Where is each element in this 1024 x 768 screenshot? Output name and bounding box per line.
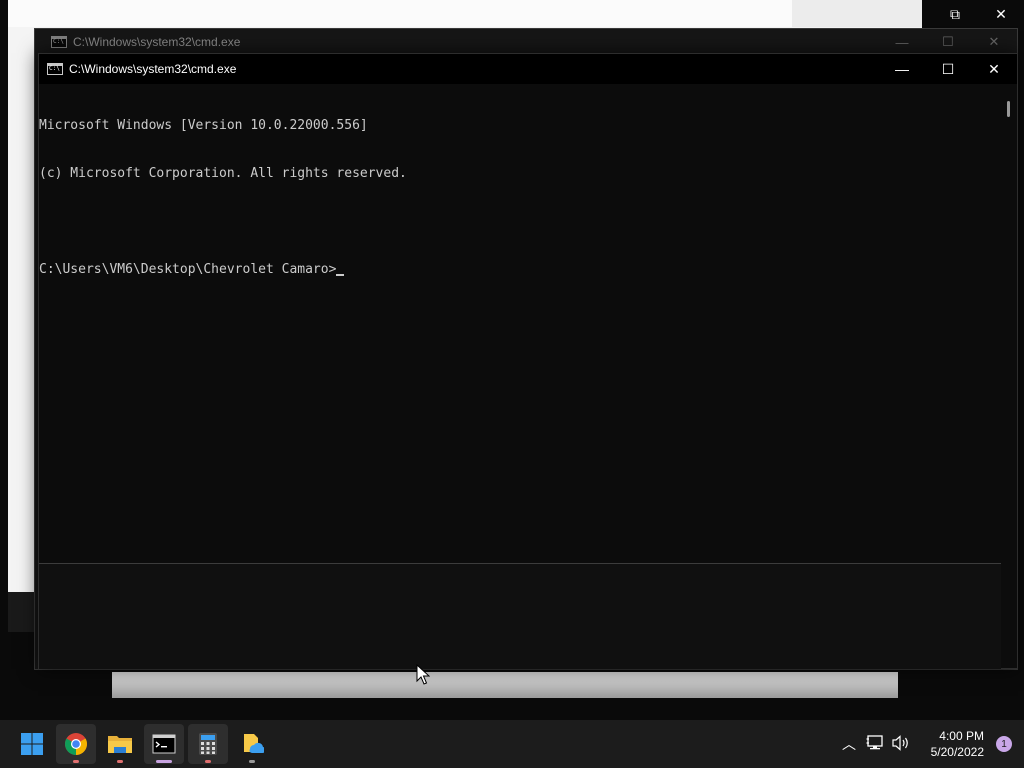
windows-logo-icon xyxy=(21,733,43,755)
terminal-icon xyxy=(152,734,176,754)
chrome-icon xyxy=(65,733,87,755)
volume-icon[interactable] xyxy=(888,734,914,754)
running-indicator xyxy=(117,760,123,763)
background-window-titlebar xyxy=(8,0,922,27)
system-tray: ︿ 4:00 PM 5/20/2022 1 xyxy=(836,720,1024,768)
cmd-window-controls: — ☐ ✕ xyxy=(879,54,1017,84)
start-button[interactable] xyxy=(12,724,52,764)
running-indicator xyxy=(156,760,172,763)
restore-icon[interactable]: ⧉ xyxy=(932,0,978,28)
monitor-network-icon xyxy=(866,734,883,749)
taskbar-chrome[interactable] xyxy=(56,724,96,764)
console-prompt: C:\Users\VM6\Desktop\Chevrolet Camaro> xyxy=(39,262,337,277)
minimize-icon[interactable]: — xyxy=(879,54,925,84)
background-window-edge xyxy=(8,592,36,632)
console-line: (c) Microsoft Corporation. All rights re… xyxy=(39,166,407,181)
close-icon[interactable]: ✕ xyxy=(971,54,1017,84)
console-prompt-line[interactable]: C:\Users\VM6\Desktop\Chevrolet Camaro> xyxy=(39,262,1001,278)
notification-badge[interactable]: 1 xyxy=(996,736,1012,752)
clock[interactable]: 4:00 PM 5/20/2022 xyxy=(920,728,984,760)
cmd-titlebar[interactable]: C:\Windows\system32\cmd.exe — ☐ ✕ xyxy=(39,54,1017,84)
taskbar-command-prompt[interactable] xyxy=(144,724,184,764)
running-indicator xyxy=(205,760,211,763)
background-window-controls: ⧉ ✕ xyxy=(932,0,1024,28)
running-indicator xyxy=(249,760,255,763)
cloud-file-icon xyxy=(244,734,264,754)
speaker-icon xyxy=(892,734,908,751)
maximize-icon[interactable]: ☐ xyxy=(925,54,971,84)
folder-icon xyxy=(108,736,132,753)
taskbar-calculator[interactable] xyxy=(188,724,228,764)
close-icon[interactable]: ✕ xyxy=(978,0,1024,28)
taskbar-file-explorer[interactable] xyxy=(100,724,140,764)
taskbar: ︿ 4:00 PM 5/20/2022 1 xyxy=(0,720,1024,768)
console-output[interactable]: Microsoft Windows [Version 10.0.22000.55… xyxy=(39,84,1001,565)
cmd-window[interactable]: C:\Windows\system32\cmd.exe — ☐ ✕ Micros… xyxy=(38,53,1018,669)
back-cmd-titlebar[interactable]: C:\Windows\system32\cmd.exe — ☐ ✕ xyxy=(35,29,1017,55)
calculator-icon xyxy=(199,733,217,755)
text-cursor xyxy=(336,274,345,276)
console-lower-area xyxy=(39,563,1001,669)
background-window-panel xyxy=(792,0,922,27)
taskbar-onedrive-files[interactable] xyxy=(232,724,272,764)
clock-date: 5/20/2022 xyxy=(930,745,984,759)
chevron-up-icon[interactable]: ︿ xyxy=(836,734,862,754)
running-indicator xyxy=(73,760,79,763)
mouse-pointer-icon xyxy=(416,664,430,685)
console-line: Microsoft Windows [Version 10.0.22000.55… xyxy=(39,118,368,133)
clock-time: 4:00 PM xyxy=(939,729,984,743)
cmd-title: C:\Windows\system32\cmd.exe xyxy=(69,62,237,76)
network-icon[interactable] xyxy=(862,734,888,754)
background-window-bottom-edge xyxy=(112,672,898,698)
cmd-app-icon xyxy=(51,36,67,48)
console-scrollbar[interactable] xyxy=(1001,84,1017,563)
scrollbar-thumb[interactable] xyxy=(1007,101,1010,117)
cmd-app-icon[interactable] xyxy=(47,63,63,75)
back-cmd-title: C:\Windows\system32\cmd.exe xyxy=(73,35,241,49)
